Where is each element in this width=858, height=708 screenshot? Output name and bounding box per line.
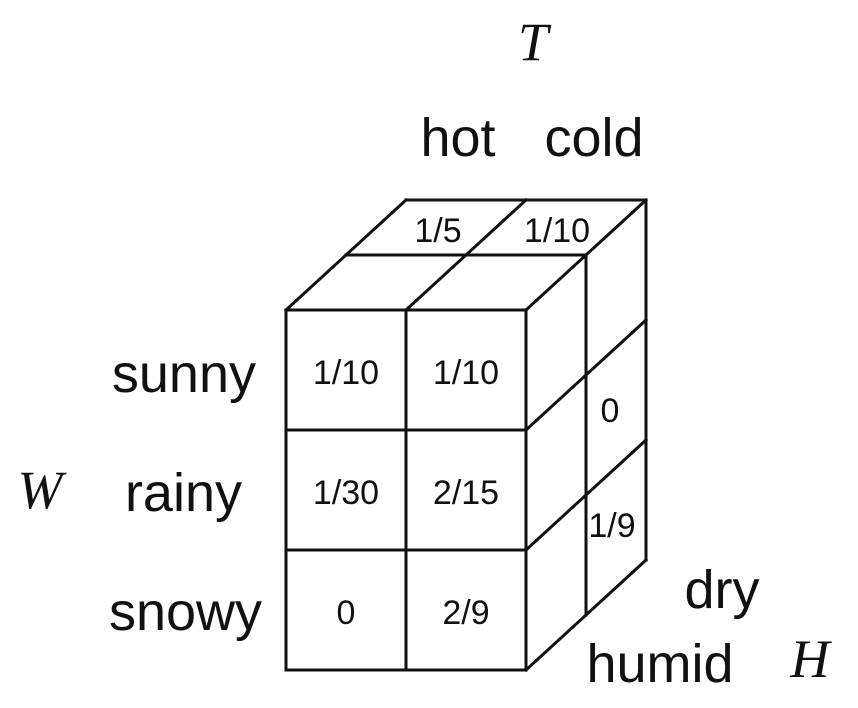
cell-sunny-hot: 1/10	[313, 354, 379, 392]
cell-rainy-cold: 2/15	[433, 474, 499, 512]
top-cell-cold-dry: 1/10	[524, 212, 590, 250]
weather-label-rainy: rainy	[125, 463, 242, 523]
cell-rainy-hot: 1/30	[313, 474, 379, 512]
probability-cube-diagram: T W H hot cold sunny rainy snowy dry hum…	[18, 12, 833, 694]
cell-snowy-cold: 2/9	[442, 594, 489, 632]
weather-label-sunny: sunny	[112, 344, 256, 404]
variable-label-h: H	[790, 629, 833, 689]
cell-snowy-hot: 0	[337, 594, 356, 632]
variable-label-w: W	[18, 460, 68, 520]
side-cell-rainy-dry: 0	[601, 392, 620, 430]
humidity-label-dry: dry	[684, 560, 759, 620]
top-cell-hot-dry: 1/5	[414, 212, 461, 250]
side-cell-snowy-dry: 1/9	[588, 507, 635, 545]
weather-label-snowy: snowy	[109, 582, 262, 642]
variable-label-t: T	[518, 12, 552, 72]
cell-sunny-cold: 1/10	[433, 354, 499, 392]
temperature-label-cold: cold	[544, 108, 643, 168]
temperature-label-hot: hot	[420, 108, 495, 168]
humidity-label-humid: humid	[586, 634, 733, 694]
